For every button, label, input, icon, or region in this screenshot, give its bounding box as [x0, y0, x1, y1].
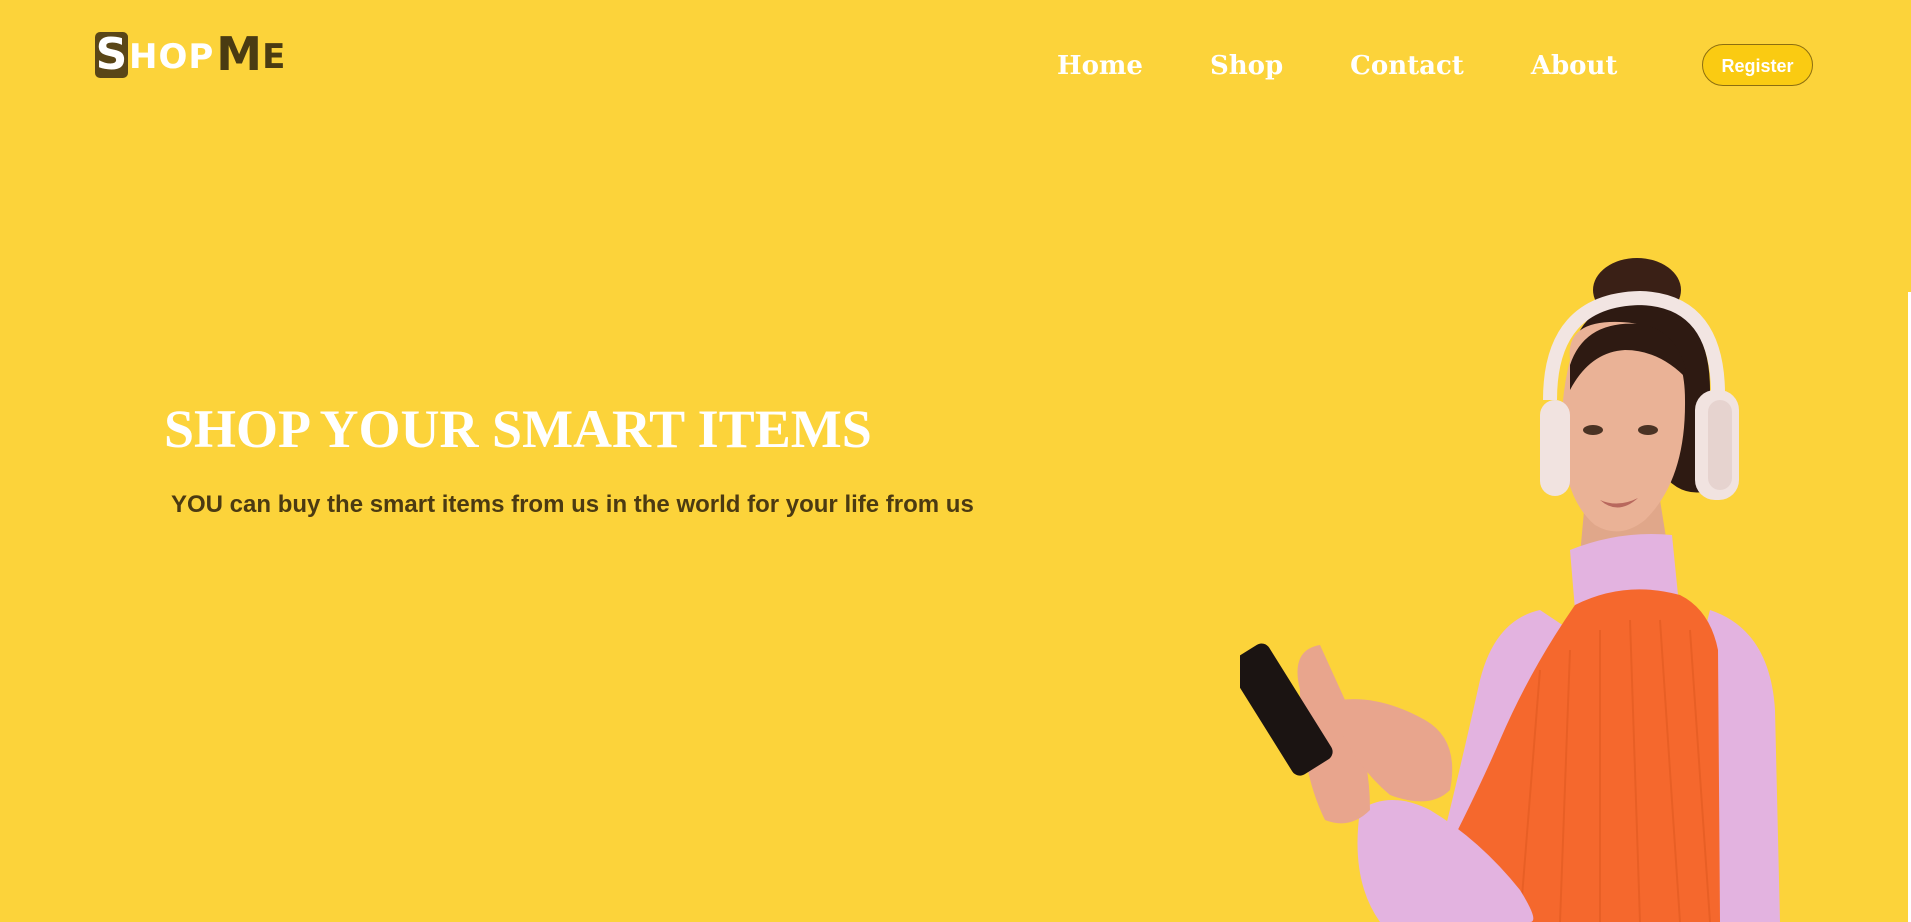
logo-hop-text: HOP: [129, 37, 215, 77]
person-with-headphones-image: [1240, 258, 1780, 922]
logo-m-letter: M: [216, 27, 263, 81]
main-nav: Home Shop Contact About: [1057, 48, 1617, 84]
nav-about[interactable]: About: [1531, 48, 1618, 84]
shopme-logo[interactable]: S HOP M E: [95, 28, 285, 78]
hero-subtitle: YOU can buy the smart items from us in t…: [171, 491, 974, 518]
logo-e-letter: E: [262, 37, 286, 77]
logo-s-box: S: [95, 32, 128, 78]
hero-title: SHOP YOUR SMART ITEMS: [164, 399, 872, 459]
nav-contact[interactable]: Contact: [1350, 48, 1464, 84]
page: S HOP M E Home Shop Contact About Regist…: [0, 0, 1911, 922]
logo-s-letter: S: [95, 29, 128, 80]
register-button[interactable]: Register: [1702, 44, 1813, 86]
nav-shop[interactable]: Shop: [1210, 48, 1283, 84]
hero-section: S HOP M E Home Shop Contact About Regist…: [0, 0, 1911, 922]
nav-home[interactable]: Home: [1057, 48, 1143, 84]
